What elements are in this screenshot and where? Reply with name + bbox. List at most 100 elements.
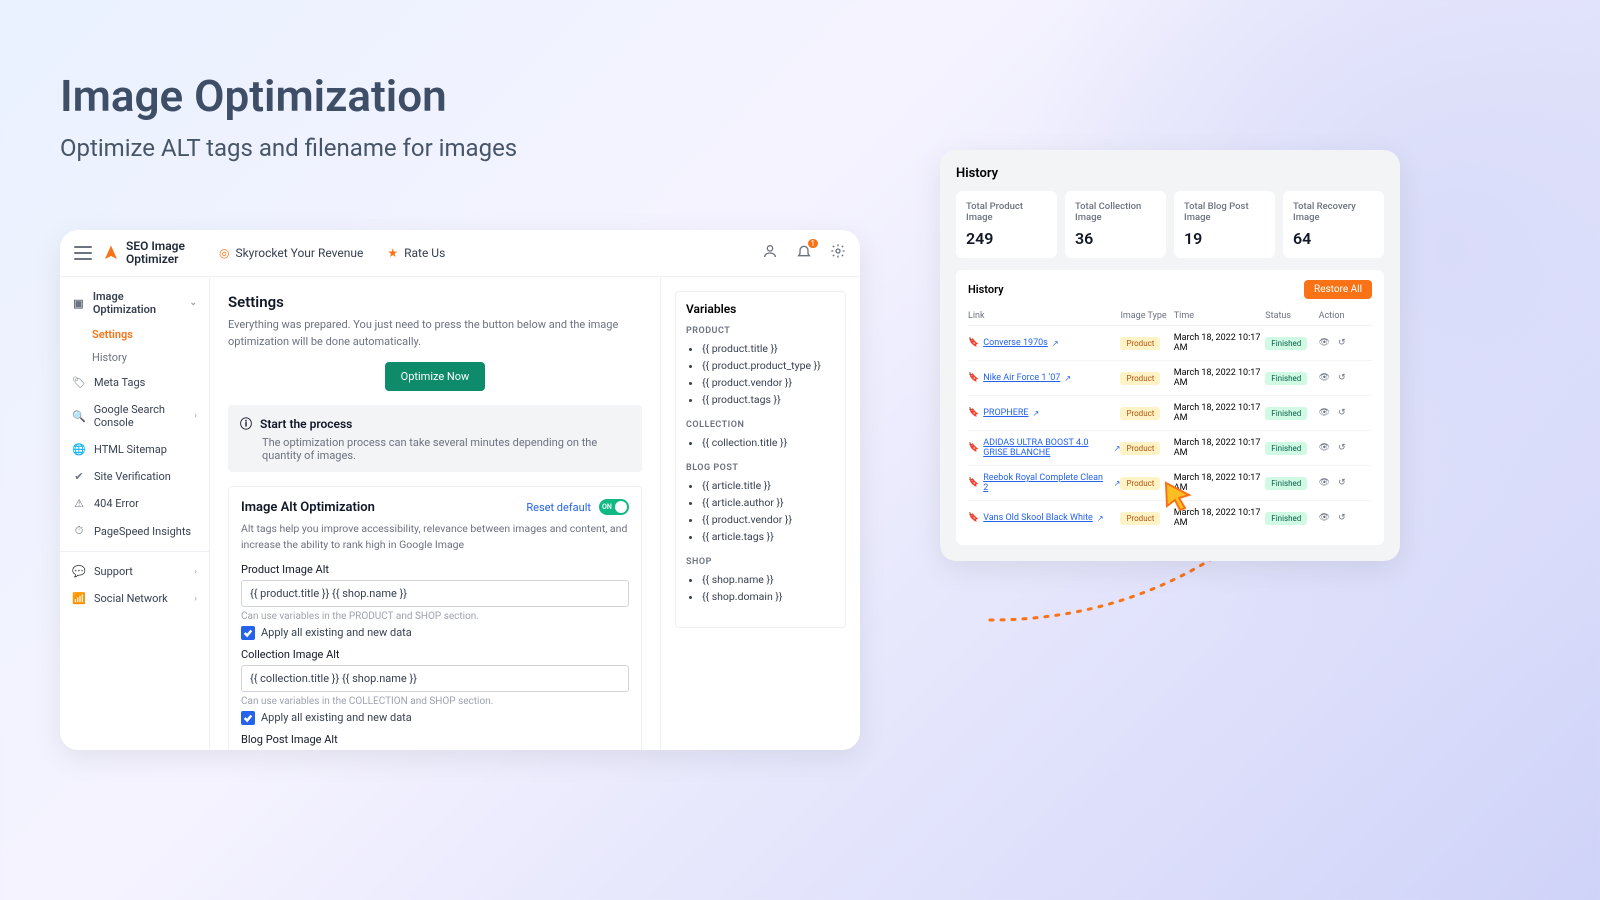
optimize-now-button[interactable]: Optimize Now <box>385 362 486 391</box>
type-badge: Product <box>1120 512 1160 525</box>
settings-heading: Settings <box>228 293 642 311</box>
tag-icon: 🔖 <box>968 443 979 453</box>
stat-value: 19 <box>1184 229 1265 248</box>
eye-icon[interactable]: 👁 <box>1319 338 1330 348</box>
stat-label: Total Recovery Image <box>1293 201 1374 223</box>
toggle-on[interactable]: ON <box>599 499 629 515</box>
gear-icon[interactable] <box>830 243 846 263</box>
tag-icon: 🔖 <box>968 338 979 348</box>
col-time: Time <box>1174 311 1265 321</box>
logo-icon <box>102 244 120 262</box>
sidebar-icon: ⚠ <box>72 497 86 510</box>
star-icon: ★ <box>387 246 398 260</box>
sidebar-item-meta-tags[interactable]: 🏷Meta Tags <box>60 369 209 396</box>
bell-icon[interactable]: 1 <box>796 243 812 263</box>
undo-icon[interactable]: ↺ <box>1338 338 1346 348</box>
sidebar-item-pagespeed-insights[interactable]: ⏱PageSpeed Insights <box>60 517 209 545</box>
app-logo: SEO ImageOptimizer <box>102 240 185 266</box>
variables-sidebar: Variables PRODUCT{{ product.title }}{{ p… <box>660 277 860 750</box>
row-link[interactable]: ADIDAS ULTRA BOOST 4.0 GRISE BLANCHE <box>983 438 1110 458</box>
alt-input-1[interactable] <box>241 665 629 692</box>
eye-icon[interactable]: 👁 <box>1319 478 1330 488</box>
row-link[interactable]: Nike Air Force 1 '07 <box>983 373 1060 383</box>
sidebar-icon: ▣ <box>72 297 85 310</box>
sidebar-item-google-search-console[interactable]: 🔍Google Search Console› <box>60 396 209 436</box>
col-status: Status <box>1265 311 1318 321</box>
info-text: The optimization process can take severa… <box>262 436 630 462</box>
var-item: {{ product.vendor }} <box>702 511 835 528</box>
field-label: Collection Image Alt <box>241 648 629 661</box>
type-badge: Product <box>1120 407 1160 420</box>
eye-icon[interactable]: 👁 <box>1319 513 1330 523</box>
sidebar-sub-history[interactable]: History <box>60 346 209 369</box>
field-hint: Can use variables in the PRODUCT and SHO… <box>241 611 629 622</box>
var-item: {{ product.vendor }} <box>702 374 835 391</box>
col-action: Action <box>1319 311 1372 321</box>
row-time: March 18, 2022 10:17 AM <box>1174 438 1265 458</box>
table-row: 🔖 ADIDAS ULTRA BOOST 4.0 GRISE BLANCHE ↗ P… <box>968 431 1372 466</box>
sidebar-item-support[interactable]: 💬Support› <box>60 558 209 585</box>
undo-icon[interactable]: ↺ <box>1338 408 1346 418</box>
undo-icon[interactable]: ↺ <box>1338 478 1346 488</box>
settings-intro: Everything was prepared. You just need t… <box>228 317 642 350</box>
page-title: Image Optimization <box>60 70 517 122</box>
variables-title: Variables <box>686 302 835 316</box>
row-link[interactable]: Vans Old Skool Black White <box>983 513 1093 523</box>
sidebar-item-site-verification[interactable]: ✔Site Verification <box>60 463 209 490</box>
type-badge: Product <box>1120 372 1160 385</box>
reset-default-link[interactable]: Reset default <box>526 501 591 514</box>
table-row: 🔖PROPHERE↗ Product March 18, 2022 10:17 … <box>968 396 1372 431</box>
checkbox-label: Apply all existing and new data <box>261 711 412 724</box>
stat-label: Total Collection Image <box>1075 201 1156 223</box>
sidebar-item-social-network[interactable]: 📶Social Network› <box>60 585 209 612</box>
hero-section: Image Optimization Optimize ALT tags and… <box>60 70 517 162</box>
row-link[interactable]: PROPHERE <box>983 408 1028 418</box>
tag-icon: 🔖 <box>968 373 979 383</box>
eye-icon[interactable]: 👁 <box>1319 408 1330 418</box>
row-time: March 18, 2022 10:17 AM <box>1174 368 1265 388</box>
alt-optimization-panel: Image Alt Optimization Reset default ON … <box>228 486 642 750</box>
history-heading: History <box>956 166 1384 181</box>
alt-input-0[interactable] <box>241 580 629 607</box>
checkbox[interactable] <box>241 626 255 640</box>
rate-us-link[interactable]: ★Rate Us <box>387 246 445 260</box>
undo-icon[interactable]: ↺ <box>1338 373 1346 383</box>
user-icon[interactable] <box>762 243 778 263</box>
checkbox[interactable] <box>241 711 255 725</box>
undo-icon[interactable]: ↺ <box>1338 513 1346 523</box>
restore-all-button[interactable]: Restore All <box>1304 280 1372 299</box>
field-label: Blog Post Image Alt <box>241 733 629 746</box>
menu-icon[interactable] <box>74 246 92 260</box>
sidebar-item-html-sitemap[interactable]: 🌐HTML Sitemap <box>60 436 209 463</box>
eye-icon[interactable]: 👁 <box>1319 373 1330 383</box>
topbar: SEO ImageOptimizer ◎Skyrocket Your Reven… <box>60 230 860 277</box>
sidebar-icon: ✔ <box>72 470 86 483</box>
skyrocket-link[interactable]: ◎Skyrocket Your Revenue <box>219 246 363 260</box>
row-link[interactable]: Reebok Royal Complete Clean 2 <box>983 473 1110 493</box>
info-box: ⓘStart the process The optimization proc… <box>228 405 642 472</box>
notif-badge: 1 <box>808 239 819 248</box>
sidebar-sub-settings[interactable]: Settings <box>60 323 209 346</box>
history-table-title: History <box>968 283 1004 296</box>
sidebar-item-404-error[interactable]: ⚠404 Error <box>60 490 209 517</box>
sidebar-icon: 🌐 <box>72 443 86 456</box>
app-window: SEO ImageOptimizer ◎Skyrocket Your Reven… <box>60 230 860 750</box>
sidebar-item-image-optimization[interactable]: ▣Image Optimization⌄ <box>60 283 209 323</box>
checkbox-label: Apply all existing and new data <box>261 626 412 639</box>
status-badge: Finished <box>1265 372 1307 385</box>
page-subtitle: Optimize ALT tags and filename for image… <box>60 134 517 162</box>
row-link[interactable]: Converse 1970s <box>983 338 1048 348</box>
eye-icon[interactable]: 👁 <box>1319 443 1330 453</box>
type-badge: Product <box>1120 442 1160 455</box>
var-item: {{ collection.title }} <box>702 434 835 451</box>
stat-value: 249 <box>966 229 1047 248</box>
var-item: {{ article.title }} <box>702 477 835 494</box>
undo-icon[interactable]: ↺ <box>1338 443 1346 453</box>
field-label: Product Image Alt <box>241 563 629 576</box>
col-link: Link <box>968 311 1120 321</box>
status-badge: Finished <box>1265 407 1307 420</box>
external-link-icon: ↗ <box>1114 444 1121 453</box>
stat-label: Total Product Image <box>966 201 1047 223</box>
tag-icon: 🔖 <box>968 478 979 488</box>
stat-card: Total Blog Post Image19 <box>1174 191 1275 258</box>
